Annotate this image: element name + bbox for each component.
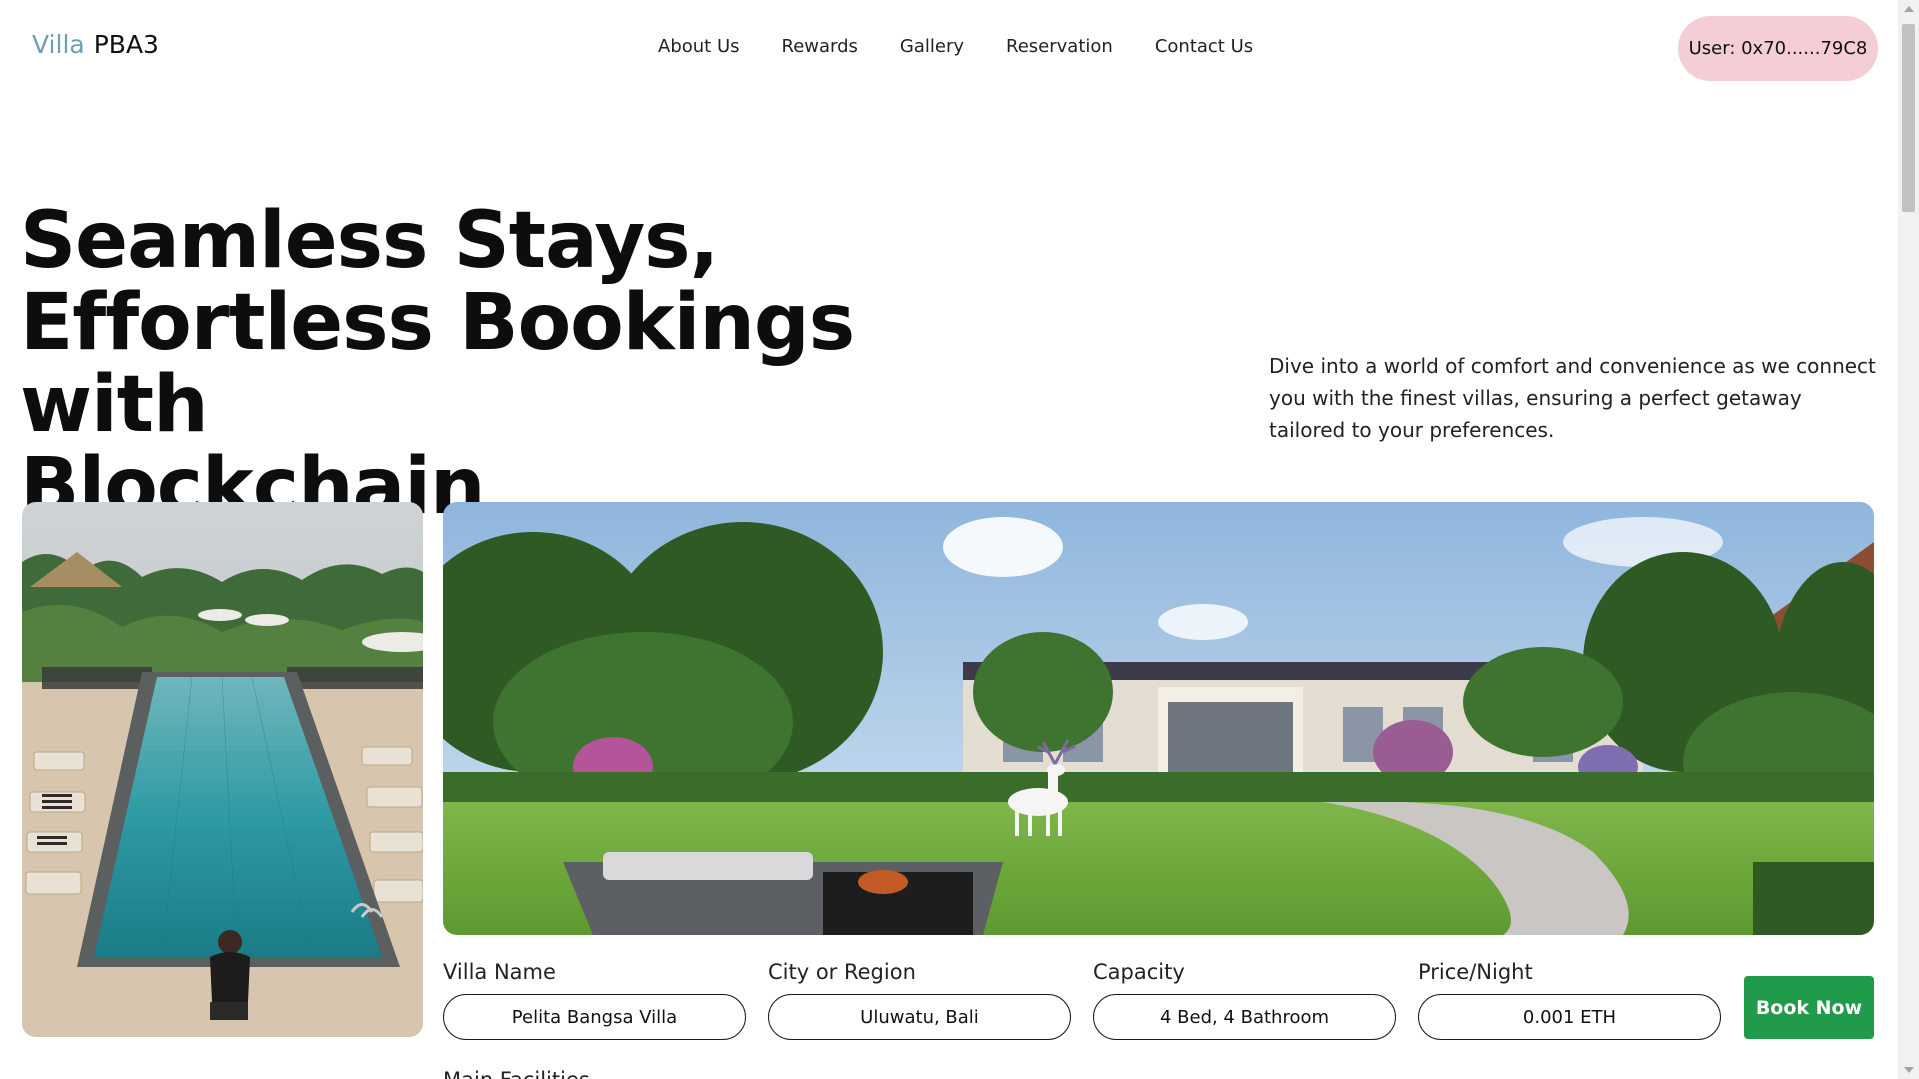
price-night-label: Price/Night	[1418, 960, 1533, 984]
hero-title-line-2: Effortless Bookings with	[20, 278, 855, 450]
page-scrollbar[interactable]	[1898, 0, 1919, 1079]
villa-name-label: Villa Name	[443, 960, 556, 984]
main-facilities-heading: Main Facilities	[443, 1068, 590, 1079]
nav-about-us[interactable]: About Us	[658, 36, 740, 57]
city-region-field: City or Region Uluwatu, Bali	[768, 960, 1071, 1040]
villa-name-value[interactable]: Pelita Bangsa Villa	[443, 994, 746, 1040]
scroll-up-arrow-icon[interactable]	[1904, 6, 1914, 12]
main-nav: About Us Rewards Gallery Reservation Con…	[658, 36, 1253, 57]
villa-garden-photo	[443, 502, 1874, 935]
pool-photo-illustration	[22, 502, 423, 1037]
user-wallet-button[interactable]: User: 0x70......79C8	[1678, 16, 1878, 81]
pool-photo	[22, 502, 423, 1037]
city-region-label: City or Region	[768, 960, 916, 984]
brand-logo-pba3: PBA3	[93, 30, 159, 59]
brand-logo[interactable]: Villa PBA3	[32, 30, 159, 59]
nav-rewards[interactable]: Rewards	[782, 36, 858, 57]
hero-title: Seamless Stays, Effortless Bookings with…	[20, 200, 980, 528]
nav-contact-us[interactable]: Contact Us	[1155, 36, 1253, 57]
hero-title-line-1: Seamless Stays,	[20, 196, 719, 286]
price-night-value[interactable]: 0.001 ETH	[1418, 994, 1721, 1040]
price-night-field: Price/Night 0.001 ETH	[1418, 960, 1721, 1040]
nav-reservation[interactable]: Reservation	[1006, 36, 1113, 57]
nav-gallery[interactable]: Gallery	[900, 36, 964, 57]
capacity-value[interactable]: 4 Bed, 4 Bathroom	[1093, 994, 1396, 1040]
capacity-field: Capacity 4 Bed, 4 Bathroom	[1093, 960, 1396, 1040]
hero-description: Dive into a world of comfort and conveni…	[1269, 354, 1876, 442]
book-now-button[interactable]: Book Now	[1744, 976, 1874, 1039]
top-navbar: Villa PBA3 About Us Rewards Gallery Rese…	[0, 0, 1898, 95]
capacity-label: Capacity	[1093, 960, 1185, 984]
villa-name-field: Villa Name Pelita Bangsa Villa	[443, 960, 746, 1040]
scroll-down-arrow-icon[interactable]	[1904, 1067, 1914, 1073]
city-region-value[interactable]: Uluwatu, Bali	[768, 994, 1071, 1040]
scroll-thumb[interactable]	[1902, 24, 1915, 212]
brand-logo-villa: Villa	[32, 30, 85, 59]
villa-garden-illustration	[443, 502, 1874, 935]
